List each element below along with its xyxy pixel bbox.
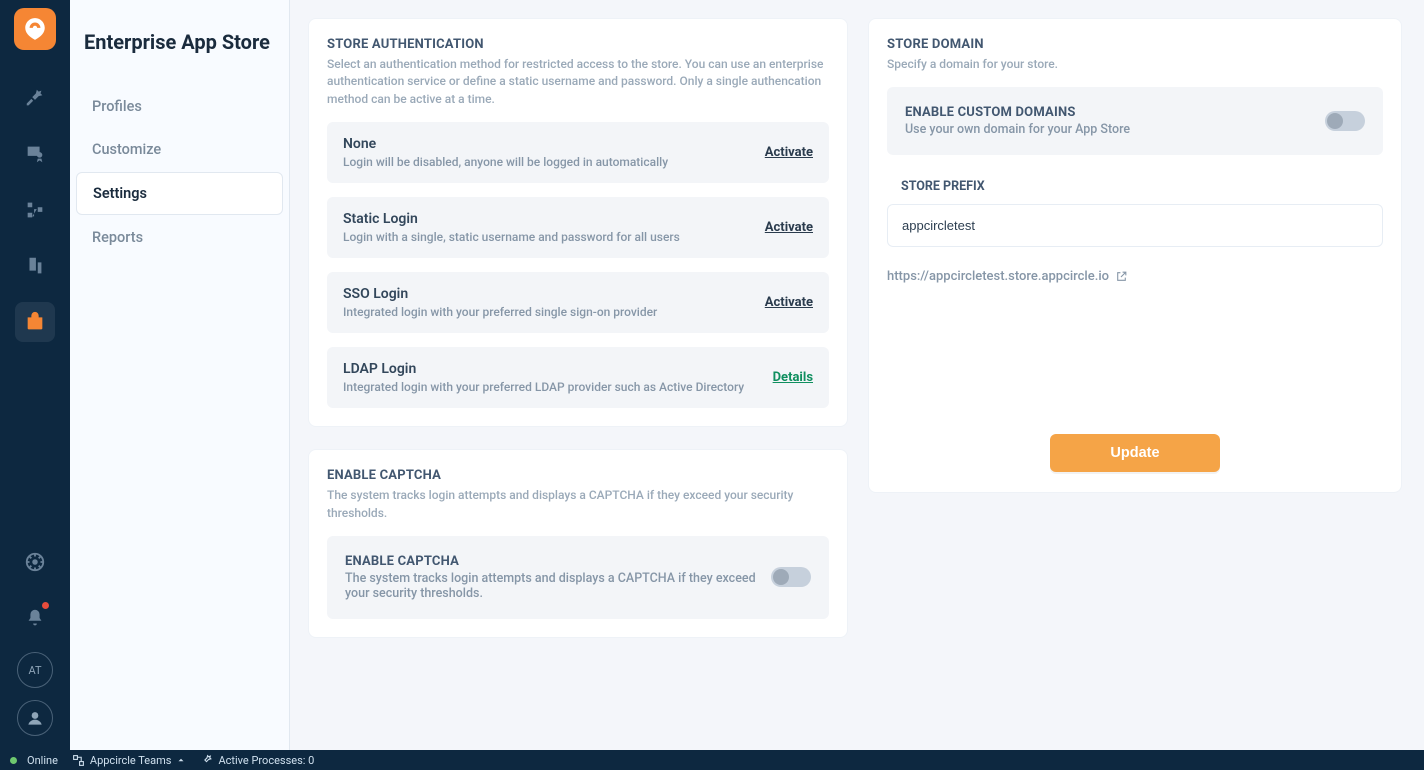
nav-dist-icon[interactable]: [15, 190, 55, 230]
captcha-box-sub: The system tracks login attempts and dis…: [345, 571, 771, 601]
app-logo[interactable]: [14, 8, 56, 50]
store-prefix-input[interactable]: [887, 204, 1383, 247]
auth-option-title: LDAP Login: [343, 361, 763, 377]
panel-subtitle: Specify a domain for your store.: [887, 56, 1383, 73]
sidebar-item-settings[interactable]: Settings: [76, 172, 283, 215]
custom-domain-title: ENABLE CUSTOM DOMAINS: [905, 105, 1325, 120]
panel-title: STORE AUTHENTICATION: [327, 37, 829, 52]
nav-devices-icon[interactable]: [15, 246, 55, 286]
auth-activate-button[interactable]: Activate: [765, 295, 813, 310]
sidebar-item-label: Reports: [92, 229, 143, 246]
sidebar-item-label: Customize: [92, 141, 161, 158]
auth-option-none: None Login will be disabled, anyone will…: [327, 122, 829, 183]
status-dot-icon: [10, 757, 17, 764]
panel-captcha: ENABLE CAPTCHA The system tracks login a…: [308, 449, 848, 638]
captcha-toggle-row: ENABLE CAPTCHA The system tracks login a…: [327, 536, 829, 619]
process-icon: [200, 754, 213, 767]
nav-bell-icon[interactable]: [15, 598, 55, 638]
nav-rail: AT: [0, 0, 70, 750]
status-team-label: Appcircle Teams: [90, 754, 172, 767]
nav-cert-icon[interactable]: [15, 134, 55, 174]
panel-subtitle: The system tracks login attempts and dis…: [327, 487, 829, 522]
auth-option-sso: SSO Login Integrated login with your pre…: [327, 272, 829, 333]
nav-store-icon[interactable]: [15, 302, 55, 342]
nav-build-icon[interactable]: [15, 78, 55, 118]
nav-support-icon[interactable]: [15, 542, 55, 582]
auth-details-button[interactable]: Details: [773, 370, 813, 385]
panel-subtitle: Select an authentication method for rest…: [327, 56, 829, 108]
panel-title: STORE DOMAIN: [887, 37, 1383, 52]
sidebar-item-customize[interactable]: Customize: [76, 129, 283, 170]
panel-store-domain: STORE DOMAIN Specify a domain for your s…: [868, 18, 1402, 493]
page-title: Enterprise App Store: [70, 30, 289, 84]
status-team[interactable]: Appcircle Teams: [72, 754, 187, 767]
update-button[interactable]: Update: [1050, 434, 1220, 472]
store-url-text: https://appcircletest.store.appcircle.io: [887, 269, 1109, 284]
captcha-toggle[interactable]: [771, 567, 811, 587]
status-processes-label: Active Processes: 0: [218, 754, 314, 767]
store-url[interactable]: https://appcircletest.store.appcircle.io: [887, 269, 1383, 284]
auth-activate-button[interactable]: Activate: [765, 220, 813, 235]
sidebar-item-label: Settings: [93, 185, 147, 202]
auth-option-title: SSO Login: [343, 286, 755, 302]
external-link-icon: [1115, 270, 1128, 283]
captcha-box-title: ENABLE CAPTCHA: [345, 554, 771, 569]
org-avatar-initials: AT: [28, 664, 41, 677]
auth-option-static: Static Login Login with a single, static…: [327, 197, 829, 258]
user-avatar[interactable]: [17, 700, 53, 736]
auth-option-desc: Integrated login with your preferred LDA…: [343, 380, 763, 394]
auth-option-title: None: [343, 136, 755, 152]
auth-option-ldap: LDAP Login Integrated login with your pr…: [327, 347, 829, 408]
sidebar-item-label: Profiles: [92, 98, 142, 115]
custom-domain-toggle[interactable]: [1325, 111, 1365, 131]
auth-option-desc: Integrated login with your preferred sin…: [343, 305, 755, 319]
main-content: STORE AUTHENTICATION Select an authentic…: [290, 0, 1424, 750]
org-avatar[interactable]: AT: [17, 652, 53, 688]
auth-option-desc: Login with a single, static username and…: [343, 230, 755, 244]
team-icon: [72, 754, 85, 767]
auth-option-desc: Login will be disabled, anyone will be l…: [343, 155, 755, 169]
status-online-label: Online: [27, 754, 58, 767]
status-bar: Online Appcircle Teams Active Processes:…: [0, 750, 1424, 770]
custom-domain-toggle-row: ENABLE CUSTOM DOMAINS Use your own domai…: [887, 87, 1383, 155]
custom-domain-sub: Use your own domain for your App Store: [905, 122, 1325, 137]
panel-store-auth: STORE AUTHENTICATION Select an authentic…: [308, 18, 848, 427]
sidebar-item-reports[interactable]: Reports: [76, 217, 283, 258]
auth-option-title: Static Login: [343, 211, 755, 227]
sidebar-item-profiles[interactable]: Profiles: [76, 86, 283, 127]
status-processes[interactable]: Active Processes: 0: [200, 754, 314, 767]
status-online[interactable]: Online: [10, 754, 58, 767]
panel-title: ENABLE CAPTCHA: [327, 468, 829, 483]
section-sidebar: Enterprise App Store Profiles Customize …: [70, 0, 290, 750]
auth-activate-button[interactable]: Activate: [765, 145, 813, 160]
chevron-up-icon: [176, 755, 186, 765]
store-prefix-label: STORE PREFIX: [901, 179, 1383, 194]
